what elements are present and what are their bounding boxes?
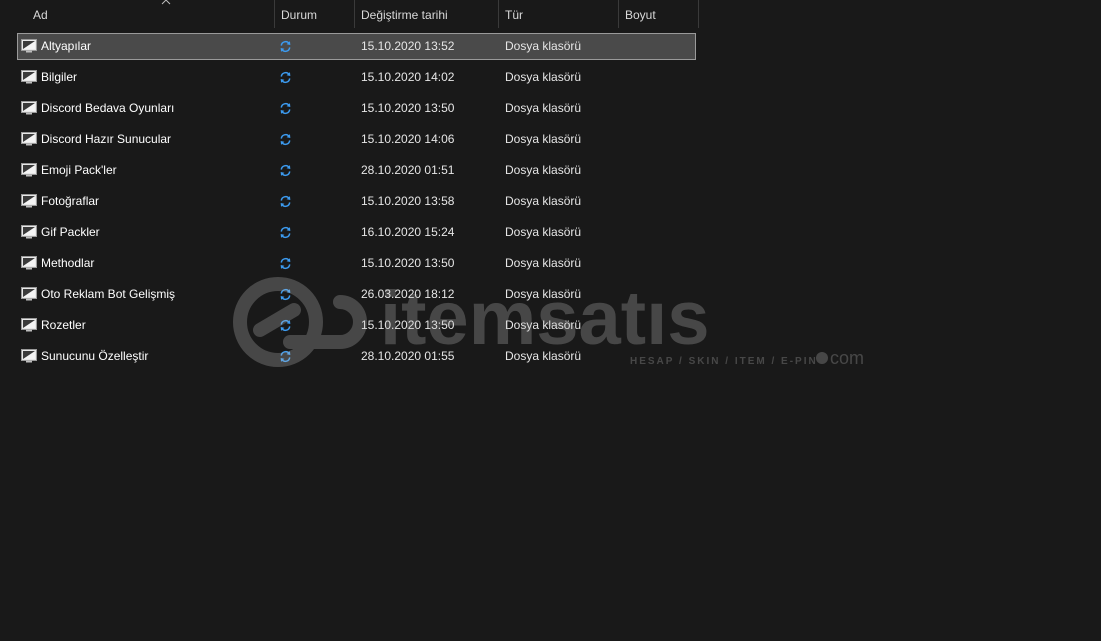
folder-icon	[21, 132, 37, 146]
column-header-name[interactable]: Ad	[17, 0, 275, 28]
column-header-name-label: Ad	[33, 8, 48, 22]
file-row[interactable]: Gif Packler 16.10.2020 15:24 Dosya klasö…	[17, 219, 696, 246]
sync-icon	[280, 288, 291, 301]
file-modified-date: 15.10.2020 13:50	[361, 318, 455, 332]
file-list: Altyapılar 15.10.2020 13:52 Dosya klasör…	[17, 33, 696, 374]
file-type: Dosya klasörü	[505, 225, 582, 239]
file-row[interactable]: Emoji Pack'ler 28.10.2020 01:51 Dosya kl…	[17, 157, 696, 184]
file-name: Oto Reklam Bot Gelişmiş	[41, 287, 176, 301]
file-type: Dosya klasörü	[505, 287, 582, 301]
file-name: Fotoğraflar	[41, 194, 100, 208]
file-explorer-details-view: Ad Durum Değiştirme tarihi Tür Boyut Alt…	[0, 0, 1101, 641]
column-header-status[interactable]: Durum	[275, 0, 355, 28]
file-modified-date: 15.10.2020 13:50	[361, 256, 455, 270]
column-header-type-label: Tür	[505, 8, 523, 22]
folder-icon	[21, 101, 37, 115]
file-modified-date: 16.10.2020 15:24	[361, 225, 455, 239]
folder-icon	[21, 256, 37, 270]
file-type: Dosya klasörü	[505, 101, 582, 115]
file-modified-date: 15.10.2020 13:58	[361, 194, 455, 208]
file-modified-date: 28.10.2020 01:55	[361, 349, 455, 363]
folder-icon	[21, 194, 37, 208]
file-type: Dosya klasörü	[505, 70, 582, 84]
column-header-date[interactable]: Değiştirme tarihi	[355, 0, 499, 28]
folder-icon	[21, 225, 37, 239]
sync-icon	[280, 164, 291, 177]
file-name: Sunucunu Özelleştir	[41, 349, 149, 363]
file-type: Dosya klasörü	[505, 39, 582, 53]
column-header-size-label: Boyut	[625, 8, 656, 22]
sync-icon	[280, 102, 291, 115]
sync-icon	[280, 319, 291, 332]
folder-icon	[21, 349, 37, 363]
folder-icon	[21, 39, 37, 53]
column-header-bar: Ad Durum Değiştirme tarihi Tür Boyut	[0, 0, 700, 28]
file-name: Gif Packler	[41, 225, 100, 239]
file-type: Dosya klasörü	[505, 163, 582, 177]
file-name: Altyapılar	[41, 39, 92, 53]
sync-icon	[280, 40, 291, 53]
file-row[interactable]: Discord Bedava Oyunları 15.10.2020 13:50…	[17, 95, 696, 122]
file-name: Rozetler	[41, 318, 86, 332]
file-row[interactable]: Sunucunu Özelleştir 28.10.2020 01:55 Dos…	[17, 343, 696, 370]
file-type: Dosya klasörü	[505, 194, 582, 208]
sync-icon	[280, 133, 291, 146]
file-row[interactable]: Fotoğraflar 15.10.2020 13:58 Dosya klasö…	[17, 188, 696, 215]
sync-icon	[280, 257, 291, 270]
sync-icon	[280, 226, 291, 239]
file-name: Emoji Pack'ler	[41, 163, 117, 177]
file-name: Discord Bedava Oyunları	[41, 101, 175, 115]
file-row[interactable]: Bilgiler 15.10.2020 14:02 Dosya klasörü	[17, 64, 696, 91]
file-modified-date: 26.03.2020 18:12	[361, 287, 455, 301]
file-type: Dosya klasörü	[505, 318, 582, 332]
file-modified-date: 15.10.2020 14:06	[361, 132, 455, 146]
watermark-suffix: com	[830, 348, 864, 368]
file-row[interactable]: Rozetler 15.10.2020 13:50 Dosya klasörü	[17, 312, 696, 339]
column-header-size[interactable]: Boyut	[619, 0, 699, 28]
file-type: Dosya klasörü	[505, 256, 582, 270]
sync-icon	[280, 71, 291, 84]
file-name: Methodlar	[41, 256, 95, 270]
file-row[interactable]: Methodlar 15.10.2020 13:50 Dosya klasörü	[17, 250, 696, 277]
folder-icon	[21, 318, 37, 332]
file-name: Discord Hazır Sunucular	[41, 132, 172, 146]
file-type: Dosya klasörü	[505, 349, 582, 363]
column-header-status-label: Durum	[281, 8, 318, 22]
file-row[interactable]: Altyapılar 15.10.2020 13:52 Dosya klasör…	[17, 33, 696, 60]
column-header-type[interactable]: Tür	[499, 0, 619, 28]
file-modified-date: 15.10.2020 14:02	[361, 70, 455, 84]
file-modified-date: 15.10.2020 13:52	[361, 39, 455, 53]
sync-icon	[280, 350, 291, 363]
sync-icon	[280, 195, 291, 208]
file-type: Dosya klasörü	[505, 132, 582, 146]
folder-icon	[21, 287, 37, 301]
folder-icon	[21, 163, 37, 177]
folder-icon	[21, 70, 37, 84]
file-row[interactable]: Oto Reklam Bot Gelişmiş 26.03.2020 18:12…	[17, 281, 696, 308]
file-modified-date: 28.10.2020 01:51	[361, 163, 455, 177]
column-header-date-label: Değiştirme tarihi	[361, 8, 448, 22]
file-row[interactable]: Discord Hazır Sunucular 15.10.2020 14:06…	[17, 126, 696, 153]
file-modified-date: 15.10.2020 13:50	[361, 101, 455, 115]
sort-up-icon	[161, 0, 171, 5]
file-name: Bilgiler	[41, 70, 78, 84]
